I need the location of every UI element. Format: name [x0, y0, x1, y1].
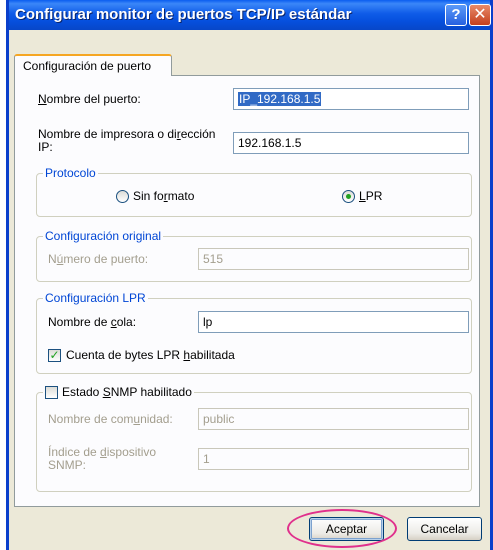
tab-panel: Nombre del puerto: IP_192.168.1.5 Nombre…	[14, 75, 480, 507]
protocol-group: Protocolo	[36, 166, 472, 217]
help-button[interactable]: ?	[445, 4, 467, 26]
port-name-input[interactable]: IP_192.168.1.5	[233, 88, 469, 110]
community-name-label: Nombre de comunidad:	[48, 412, 173, 426]
queue-name-label: Nombre de cola:	[48, 315, 137, 329]
help-icon: ?	[451, 6, 461, 23]
ok-button[interactable]: Aceptar	[309, 517, 384, 541]
device-index-label: Índice de dispositivo SNMP:	[48, 445, 157, 472]
snmp-group: Estado SNMP habilitado	[36, 385, 472, 492]
lpr-radio[interactable]	[342, 190, 355, 203]
snmp-group-title[interactable]: Estado SNMP habilitado	[43, 385, 194, 399]
port-name-label: Nombre del puerto:	[38, 92, 141, 106]
cancel-button[interactable]: Cancelar	[407, 517, 482, 541]
lpr-config-title: Configuración LPR	[43, 291, 148, 305]
snmp-label: Estado SNMP habilitado	[62, 385, 192, 399]
radio-selected-dot	[346, 194, 351, 199]
original-config-title: Configuración original	[43, 229, 164, 243]
lpr-radio-label[interactable]: LPR	[359, 189, 382, 203]
queue-name-input[interactable]: lp	[198, 311, 469, 333]
close-icon: ✕	[473, 6, 487, 23]
raw-radio[interactable]	[116, 190, 129, 203]
printer-address-label: Nombre de impresora o dirección IP:	[38, 127, 216, 154]
close-button[interactable]: ✕	[469, 4, 491, 26]
byte-count-checkbox[interactable]: ✓	[48, 349, 61, 362]
device-index-input[interactable]: 1	[198, 448, 469, 470]
printer-address-input[interactable]: 192.168.1.5	[233, 132, 469, 154]
raw-radio-label[interactable]: Sin formato	[133, 189, 194, 203]
port-number-label: Número de puerto:	[48, 252, 149, 266]
protocol-group-title: Protocolo	[43, 166, 98, 180]
port-number-input[interactable]: 515	[198, 248, 469, 270]
title-bar[interactable]: Configurar monitor de puertos TCP/IP est…	[9, 0, 491, 30]
byte-count-label[interactable]: Cuenta de bytes LPR habilitada	[66, 348, 235, 362]
snmp-checkbox[interactable]	[45, 385, 58, 399]
lpr-config-group: Configuración LPR	[36, 291, 472, 374]
community-name-input[interactable]: public	[198, 408, 469, 430]
checkmark-icon: ✓	[49, 348, 60, 362]
window-title: Configurar monitor de puertos TCP/IP est…	[15, 6, 352, 23]
tab-port-configuration[interactable]: Configuración de puerto	[14, 54, 172, 76]
